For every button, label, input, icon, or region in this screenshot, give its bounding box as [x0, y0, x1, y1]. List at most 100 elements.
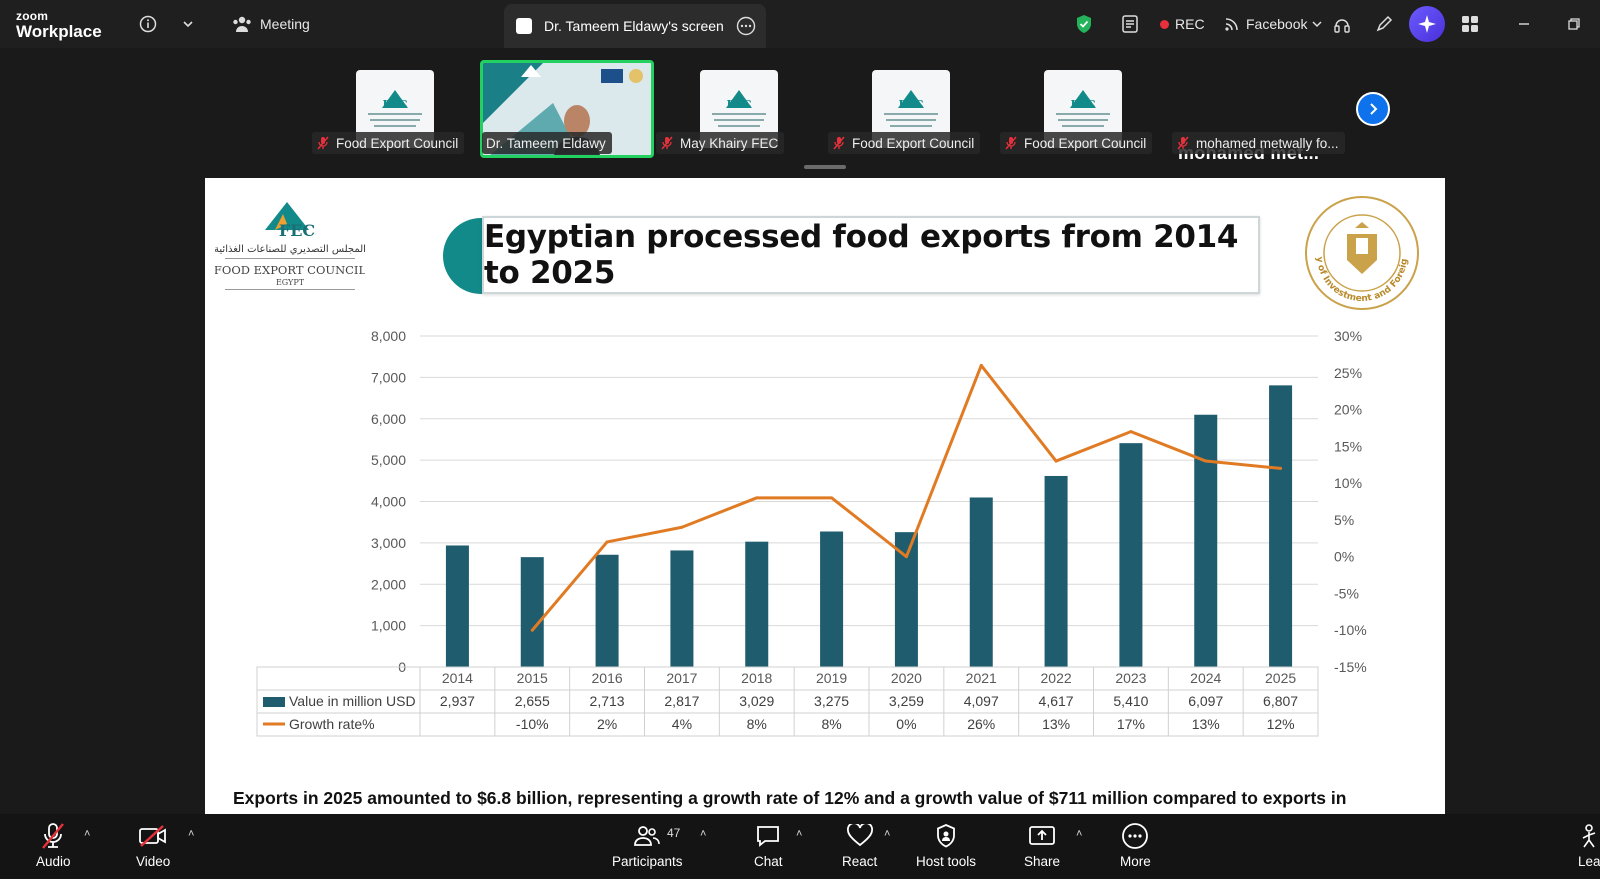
participant-name-tag: Food Export Council — [1000, 132, 1153, 154]
data-table-frame — [256, 666, 1319, 737]
y-right-tick-label: 10% — [1334, 475, 1362, 491]
y-left-tick-label: 6,000 — [371, 411, 406, 427]
leave-button[interactable]: Lea — [1578, 820, 1600, 869]
participant-name-tag: mohamed metwally fo... — [1172, 132, 1345, 154]
growth-data-label: 17% — [1117, 716, 1145, 732]
audio-button[interactable]: Audio — [36, 820, 71, 869]
shield-icon — [935, 820, 957, 852]
audio-device-icon[interactable] — [1328, 10, 1356, 38]
participant-name-tag: Food Export Council — [312, 132, 465, 154]
notes-icon[interactable] — [1116, 10, 1144, 38]
svg-text:FEC: FEC — [383, 98, 408, 111]
participants-options-caret[interactable]: ˄ — [700, 828, 706, 840]
more-dots-icon — [1121, 820, 1149, 852]
react-options-caret[interactable]: ˄ — [884, 828, 890, 840]
audio-options-caret[interactable]: ˄ — [84, 828, 90, 840]
value-data-label: 2,713 — [590, 693, 625, 709]
host-tools-button[interactable]: Host tools — [916, 820, 976, 869]
meeting-tab[interactable]: Meeting — [232, 0, 310, 48]
bar — [670, 550, 694, 667]
y-left-tick-label: 3,000 — [371, 535, 406, 551]
recording-indicator[interactable]: REC — [1160, 0, 1205, 48]
next-page-button[interactable] — [1356, 92, 1390, 126]
value-data-label: 6,097 — [1188, 693, 1223, 709]
video-options-caret[interactable]: ˄ — [188, 828, 194, 840]
mic-muted-icon — [1177, 136, 1189, 150]
y-left-tick-label: 4,000 — [371, 494, 406, 510]
zoom-logo: zoom Workplace — [16, 10, 102, 40]
share-options-caret[interactable]: ˄ — [1076, 828, 1082, 840]
value-data-label: 3,275 — [814, 693, 849, 709]
video-off-icon — [138, 820, 168, 852]
meeting-label: Meeting — [260, 16, 310, 32]
broadcast-icon — [1225, 18, 1238, 31]
participants-count: 47 — [667, 826, 681, 840]
growth-point — [605, 540, 609, 544]
growth-data-label: -10% — [516, 716, 549, 732]
y-left-tick-label: 2,000 — [371, 576, 406, 592]
chevron-down-icon — [1312, 21, 1323, 28]
growth-point — [680, 525, 684, 529]
y-right-tick-label: 25% — [1334, 365, 1362, 381]
resize-handle[interactable] — [804, 165, 846, 169]
bar — [520, 557, 544, 667]
x-tick-label: 2016 — [592, 670, 623, 686]
value-data-label: 6,807 — [1263, 693, 1298, 709]
value-data-label: 5,410 — [1113, 693, 1148, 709]
x-tick-label: 2014 — [442, 670, 473, 686]
growth-data-label: 13% — [1042, 716, 1070, 732]
annotate-pen-icon[interactable] — [1370, 10, 1398, 38]
restore-window-icon[interactable] — [1560, 10, 1588, 38]
x-tick-label: 2025 — [1265, 670, 1296, 686]
security-shield-icon[interactable] — [1070, 10, 1098, 38]
growth-data-label: 4% — [672, 716, 692, 732]
ai-companion-icon[interactable] — [1409, 6, 1445, 42]
screen-share-tab[interactable]: Dr. Tameem Eldawy's screen — [504, 4, 766, 48]
livestream-indicator[interactable]: Facebook — [1224, 0, 1323, 48]
bar — [1044, 475, 1068, 667]
svg-text:FEC: FEC — [1071, 98, 1096, 111]
chevron-right-icon — [1370, 103, 1378, 115]
svg-text:FEC: FEC — [899, 98, 924, 111]
mic-muted-icon — [833, 136, 845, 150]
value-data-label: 2,655 — [515, 693, 550, 709]
share-button[interactable]: Share — [1024, 820, 1060, 869]
more-options-icon[interactable] — [736, 16, 756, 36]
bar — [745, 541, 769, 667]
meeting-controls: Audio ˄ Video ˄ Participants 47 ˄ Chat ˄… — [0, 814, 1600, 879]
growth-data-label: 0% — [896, 716, 916, 732]
x-tick-label: 2019 — [816, 670, 847, 686]
stream-label: Facebook — [1246, 16, 1308, 32]
info-icon[interactable] — [134, 10, 162, 38]
x-tick-label: 2018 — [741, 670, 772, 686]
brand-big: Workplace — [16, 22, 102, 41]
growth-point — [904, 555, 908, 559]
chat-options-caret[interactable]: ˄ — [796, 828, 802, 840]
apps-grid-icon[interactable] — [1456, 10, 1484, 38]
share-screen-icon — [1028, 820, 1056, 852]
chevron-down-icon[interactable] — [174, 10, 202, 38]
react-button[interactable]: React — [842, 820, 877, 869]
growth-point — [1279, 466, 1283, 470]
bar — [445, 545, 469, 667]
screen-tab-label: Dr. Tameem Eldawy's screen — [544, 18, 724, 34]
value-data-label: 3,029 — [739, 693, 774, 709]
minimize-icon[interactable] — [1510, 10, 1538, 38]
slide-footer-text: Exports in 2025 amounted to $6.8 billion… — [233, 788, 1347, 808]
mic-muted-icon — [317, 136, 329, 150]
exports-combo-chart: 01,0002,0003,0004,0005,0006,0007,0008,00… — [256, 328, 1367, 737]
video-button[interactable]: Video — [136, 820, 170, 869]
rec-label: REC — [1175, 16, 1205, 32]
y-right-tick-label: 5% — [1334, 512, 1354, 528]
growth-point — [1204, 459, 1208, 463]
more-button[interactable]: More — [1120, 820, 1151, 869]
growth-data-label: 8% — [747, 716, 767, 732]
x-tick-label: 2017 — [666, 670, 697, 686]
bar — [1269, 385, 1293, 667]
value-data-label: 4,617 — [1039, 693, 1074, 709]
svg-text:FEC: FEC — [727, 98, 752, 111]
screen-share-icon — [516, 18, 532, 34]
growth-data-label: 26% — [967, 716, 995, 732]
y-right-tick-label: -5% — [1334, 585, 1359, 601]
chat-button[interactable]: Chat — [754, 820, 783, 869]
